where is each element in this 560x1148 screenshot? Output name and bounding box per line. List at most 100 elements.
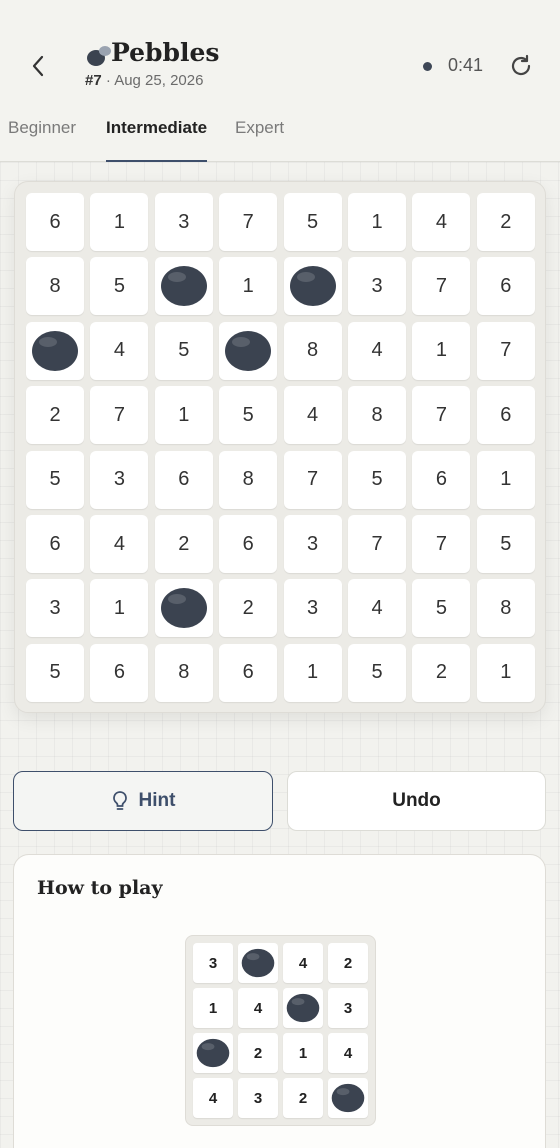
board-cell[interactable]: 5 [90, 257, 149, 316]
board-cell[interactable]: 5 [26, 450, 84, 509]
board-cell[interactable]: 1 [154, 386, 213, 445]
board-cell[interactable]: 5 [154, 321, 213, 380]
example-cell: 3 [238, 1078, 278, 1118]
board-cell[interactable]: 3 [283, 515, 342, 573]
board-cell[interactable]: 7 [476, 321, 535, 380]
board-cell[interactable]: 7 [412, 257, 471, 316]
board-cell[interactable]: 1 [90, 193, 149, 251]
board-cell[interactable] [154, 579, 213, 638]
board-cell[interactable]: 7 [412, 515, 471, 573]
board-cell[interactable] [26, 321, 84, 380]
subtitle-separator: · [105, 72, 111, 89]
chevron-left-icon [32, 55, 44, 77]
tab-beginner[interactable]: Beginner [8, 110, 76, 162]
puzzle-number: #7 [85, 72, 102, 89]
board-cell[interactable]: 6 [26, 193, 84, 251]
how-to-play-card: How to play 342143214432 [13, 854, 546, 1148]
board-cell[interactable]: 2 [476, 193, 535, 251]
example-cell: 1 [193, 988, 233, 1028]
board-cell[interactable]: 4 [348, 579, 406, 638]
board-cell[interactable]: 1 [412, 321, 471, 380]
board-cell[interactable]: 3 [154, 193, 213, 251]
board-cell[interactable]: 7 [412, 386, 471, 445]
pebble-icon [160, 266, 207, 307]
status-dot-icon [423, 62, 432, 71]
example-cell: 4 [283, 943, 323, 983]
board-cell[interactable]: 3 [90, 450, 149, 509]
puzzle-subtitle: #7 · Aug 25, 2026 [85, 72, 203, 89]
example-cell: 3 [193, 943, 233, 983]
board-cell[interactable]: 6 [90, 643, 149, 702]
board-cell[interactable]: 6 [476, 386, 535, 445]
board-cell[interactable]: 4 [348, 321, 406, 380]
pebble-icon [331, 1083, 365, 1113]
board-cell[interactable]: 5 [219, 386, 278, 445]
hint-label: Hint [138, 790, 176, 811]
board-cell[interactable]: 6 [219, 643, 278, 702]
pebble-icon [286, 993, 320, 1023]
hint-button[interactable]: Hint [13, 771, 273, 831]
board-cell[interactable]: 5 [348, 450, 406, 509]
board-cell[interactable]: 1 [476, 643, 535, 702]
pebble-icon [225, 330, 272, 371]
board-cell[interactable]: 4 [90, 515, 149, 573]
board-cell[interactable]: 5 [348, 643, 406, 702]
tab-expert[interactable]: Expert [235, 110, 284, 162]
board-cell[interactable]: 6 [26, 515, 84, 573]
board-cell[interactable]: 2 [154, 515, 213, 573]
board-cell[interactable]: 1 [348, 193, 406, 251]
board-cell[interactable]: 8 [283, 321, 342, 380]
tab-intermediate[interactable]: Intermediate [106, 110, 208, 162]
board-cell[interactable]: 2 [412, 643, 471, 702]
board-cell[interactable]: 7 [90, 386, 149, 445]
board-cell[interactable]: 1 [283, 643, 342, 702]
board-cell[interactable] [219, 321, 278, 380]
board-cell[interactable] [283, 257, 342, 316]
example-cell: 2 [283, 1078, 323, 1118]
board-cell[interactable]: 7 [219, 193, 278, 251]
board-cell[interactable] [154, 257, 213, 316]
pebble-icon [289, 266, 336, 307]
board-cell[interactable]: 5 [283, 193, 342, 251]
board-cell[interactable]: 6 [219, 515, 278, 573]
board-cell[interactable]: 1 [90, 579, 149, 638]
board-cell[interactable]: 3 [348, 257, 406, 316]
board-cell[interactable]: 6 [412, 450, 471, 509]
board-cell[interactable]: 3 [283, 579, 342, 638]
board-cell[interactable]: 5 [476, 515, 535, 573]
board-cell[interactable]: 4 [283, 386, 342, 445]
back-button[interactable] [26, 52, 50, 80]
board-cell[interactable]: 7 [283, 450, 342, 509]
board-cell[interactable]: 8 [219, 450, 278, 509]
example-cell: 2 [238, 1033, 278, 1073]
board-cell[interactable]: 8 [26, 257, 84, 316]
example-cell [328, 1078, 368, 1118]
board-cell[interactable]: 7 [348, 515, 406, 573]
board-cell[interactable]: 3 [26, 579, 84, 638]
board-cell[interactable]: 1 [219, 257, 278, 316]
board-cell[interactable]: 6 [476, 257, 535, 316]
board-cell[interactable]: 1 [476, 450, 535, 509]
example-cell [238, 943, 278, 983]
pebble-logo-icon [87, 46, 111, 66]
game-board: 6137514285137645841727154876536875616426… [14, 181, 546, 713]
board-cell[interactable]: 5 [412, 579, 471, 638]
board-cell[interactable]: 8 [348, 386, 406, 445]
undo-button[interactable]: Undo [287, 771, 546, 831]
board-cell[interactable]: 5 [26, 643, 84, 702]
refresh-button[interactable] [508, 53, 534, 79]
pebble-icon [160, 588, 207, 629]
board-cell[interactable]: 6 [154, 450, 213, 509]
board-cell[interactable]: 2 [26, 386, 84, 445]
board-cell[interactable]: 4 [90, 321, 149, 380]
board-cell[interactable]: 2 [219, 579, 278, 638]
board-cell[interactable]: 8 [154, 643, 213, 702]
pebble-icon [196, 1038, 230, 1068]
board-cell[interactable]: 8 [476, 579, 535, 638]
example-cell: 4 [238, 988, 278, 1028]
example-cell: 1 [283, 1033, 323, 1073]
top-bar: Pebbles #7 · Aug 25, 2026 0:41 Beginner … [0, 0, 560, 162]
board-cell[interactable]: 4 [412, 193, 471, 251]
example-cell [283, 988, 323, 1028]
app-title: Pebbles [111, 38, 220, 67]
